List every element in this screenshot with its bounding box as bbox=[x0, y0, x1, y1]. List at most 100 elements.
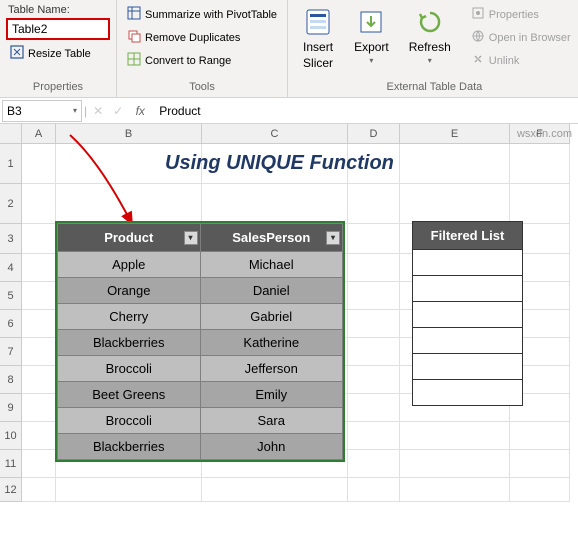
table-cell[interactable]: Broccoli bbox=[58, 356, 201, 382]
cell[interactable] bbox=[348, 478, 400, 502]
select-all-corner[interactable] bbox=[0, 124, 22, 144]
cell[interactable] bbox=[22, 478, 56, 502]
summarize-pivottable-button[interactable]: Summarize with PivotTable bbox=[123, 4, 281, 25]
unlink-label: Unlink bbox=[489, 55, 520, 67]
cell[interactable] bbox=[400, 422, 510, 450]
table-cell[interactable]: Apple bbox=[58, 252, 201, 278]
table-cell[interactable]: Blackberries bbox=[58, 330, 201, 356]
cell[interactable] bbox=[56, 184, 202, 224]
export-button[interactable]: Export ▾ bbox=[346, 4, 397, 67]
formula-input[interactable]: Product bbox=[153, 104, 576, 118]
spreadsheet-grid[interactable]: ABCDEF 123456789101112 Using UNIQUE Func… bbox=[0, 124, 578, 144]
cell[interactable] bbox=[348, 224, 400, 254]
cell[interactable] bbox=[400, 478, 510, 502]
cell[interactable] bbox=[348, 422, 400, 450]
table-cell[interactable]: Blackberries bbox=[58, 434, 201, 460]
cell[interactable] bbox=[348, 394, 400, 422]
filtered-cell[interactable] bbox=[413, 354, 523, 380]
table-cell[interactable]: Katherine bbox=[200, 330, 343, 356]
cell[interactable] bbox=[348, 366, 400, 394]
cell[interactable] bbox=[22, 450, 56, 478]
cell[interactable] bbox=[400, 144, 510, 184]
unlink-button[interactable]: Unlink bbox=[467, 50, 575, 71]
resize-icon bbox=[10, 45, 24, 62]
column-header[interactable]: E bbox=[400, 124, 510, 144]
column-header[interactable]: D bbox=[348, 124, 400, 144]
row-header[interactable]: 2 bbox=[0, 184, 22, 224]
name-box[interactable]: B3 ▾ bbox=[2, 100, 82, 122]
table-cell[interactable]: Emily bbox=[200, 382, 343, 408]
cell[interactable] bbox=[510, 422, 570, 450]
cell[interactable] bbox=[22, 224, 56, 254]
row-header[interactable]: 8 bbox=[0, 366, 22, 394]
refresh-button[interactable]: Refresh ▾ bbox=[401, 4, 459, 67]
resize-table-label: Resize Table bbox=[28, 48, 91, 60]
filter-dropdown-button[interactable]: ▾ bbox=[326, 231, 340, 245]
row-header[interactable]: 11 bbox=[0, 450, 22, 478]
table-cell[interactable]: Beet Greens bbox=[58, 382, 201, 408]
cell[interactable] bbox=[348, 450, 400, 478]
cell[interactable] bbox=[348, 282, 400, 310]
row-header[interactable]: 5 bbox=[0, 282, 22, 310]
browser-icon bbox=[471, 29, 485, 46]
cell[interactable] bbox=[348, 310, 400, 338]
cell[interactable] bbox=[22, 310, 56, 338]
row-header[interactable]: 12 bbox=[0, 478, 22, 502]
row-header[interactable]: 1 bbox=[0, 144, 22, 184]
cell[interactable] bbox=[510, 144, 570, 184]
filter-dropdown-button[interactable]: ▾ bbox=[184, 231, 198, 245]
table-name-input[interactable] bbox=[6, 18, 110, 40]
convert-to-range-button[interactable]: Convert to Range bbox=[123, 50, 281, 71]
cell[interactable] bbox=[22, 184, 56, 224]
cell[interactable] bbox=[510, 184, 570, 224]
table-cell[interactable]: Orange bbox=[58, 278, 201, 304]
table-cell[interactable]: Michael bbox=[200, 252, 343, 278]
remove-duplicates-button[interactable]: Remove Duplicates bbox=[123, 27, 281, 48]
column-header[interactable]: B bbox=[56, 124, 202, 144]
row-header[interactable]: 10 bbox=[0, 422, 22, 450]
filtered-cell[interactable] bbox=[413, 380, 523, 406]
filtered-cell[interactable] bbox=[413, 250, 523, 276]
column-header[interactable]: A bbox=[22, 124, 56, 144]
table-cell[interactable]: Broccoli bbox=[58, 408, 201, 434]
cell[interactable] bbox=[400, 450, 510, 478]
row-header[interactable]: 6 bbox=[0, 310, 22, 338]
row-header[interactable]: 9 bbox=[0, 394, 22, 422]
resize-table-button[interactable]: Resize Table bbox=[6, 43, 110, 64]
chevron-down-icon: ▾ bbox=[428, 56, 432, 65]
row-header[interactable]: 3 bbox=[0, 224, 22, 254]
table-cell[interactable]: Gabriel bbox=[200, 304, 343, 330]
insert-slicer-button[interactable]: Insert Slicer bbox=[294, 4, 342, 72]
cell[interactable] bbox=[510, 478, 570, 502]
cell[interactable] bbox=[56, 478, 202, 502]
table-cell[interactable]: Cherry bbox=[58, 304, 201, 330]
cell[interactable] bbox=[400, 184, 510, 224]
table-cell[interactable]: John bbox=[200, 434, 343, 460]
ribbon: Table Name: Resize Table Properties Summ… bbox=[0, 0, 578, 98]
cell[interactable] bbox=[348, 184, 400, 224]
cell[interactable] bbox=[22, 282, 56, 310]
cell[interactable] bbox=[202, 478, 348, 502]
cell[interactable] bbox=[22, 366, 56, 394]
cell[interactable] bbox=[22, 254, 56, 282]
cell[interactable] bbox=[22, 338, 56, 366]
cell[interactable] bbox=[348, 254, 400, 282]
fx-button[interactable]: fx bbox=[129, 104, 151, 118]
cell[interactable] bbox=[22, 394, 56, 422]
cell[interactable] bbox=[22, 422, 56, 450]
table-cell[interactable]: Jefferson bbox=[200, 356, 343, 382]
cell[interactable] bbox=[510, 450, 570, 478]
cell[interactable] bbox=[22, 144, 56, 184]
cell[interactable] bbox=[202, 184, 348, 224]
filtered-cell[interactable] bbox=[413, 302, 523, 328]
table-cell[interactable]: Sara bbox=[200, 408, 343, 434]
cell[interactable] bbox=[348, 338, 400, 366]
filtered-cell[interactable] bbox=[413, 276, 523, 302]
filtered-cell[interactable] bbox=[413, 328, 523, 354]
open-in-browser-button[interactable]: Open in Browser bbox=[467, 27, 575, 48]
table-cell[interactable]: Daniel bbox=[200, 278, 343, 304]
properties-button[interactable]: Properties bbox=[467, 4, 575, 25]
row-header[interactable]: 4 bbox=[0, 254, 22, 282]
row-header[interactable]: 7 bbox=[0, 338, 22, 366]
column-header[interactable]: C bbox=[202, 124, 348, 144]
